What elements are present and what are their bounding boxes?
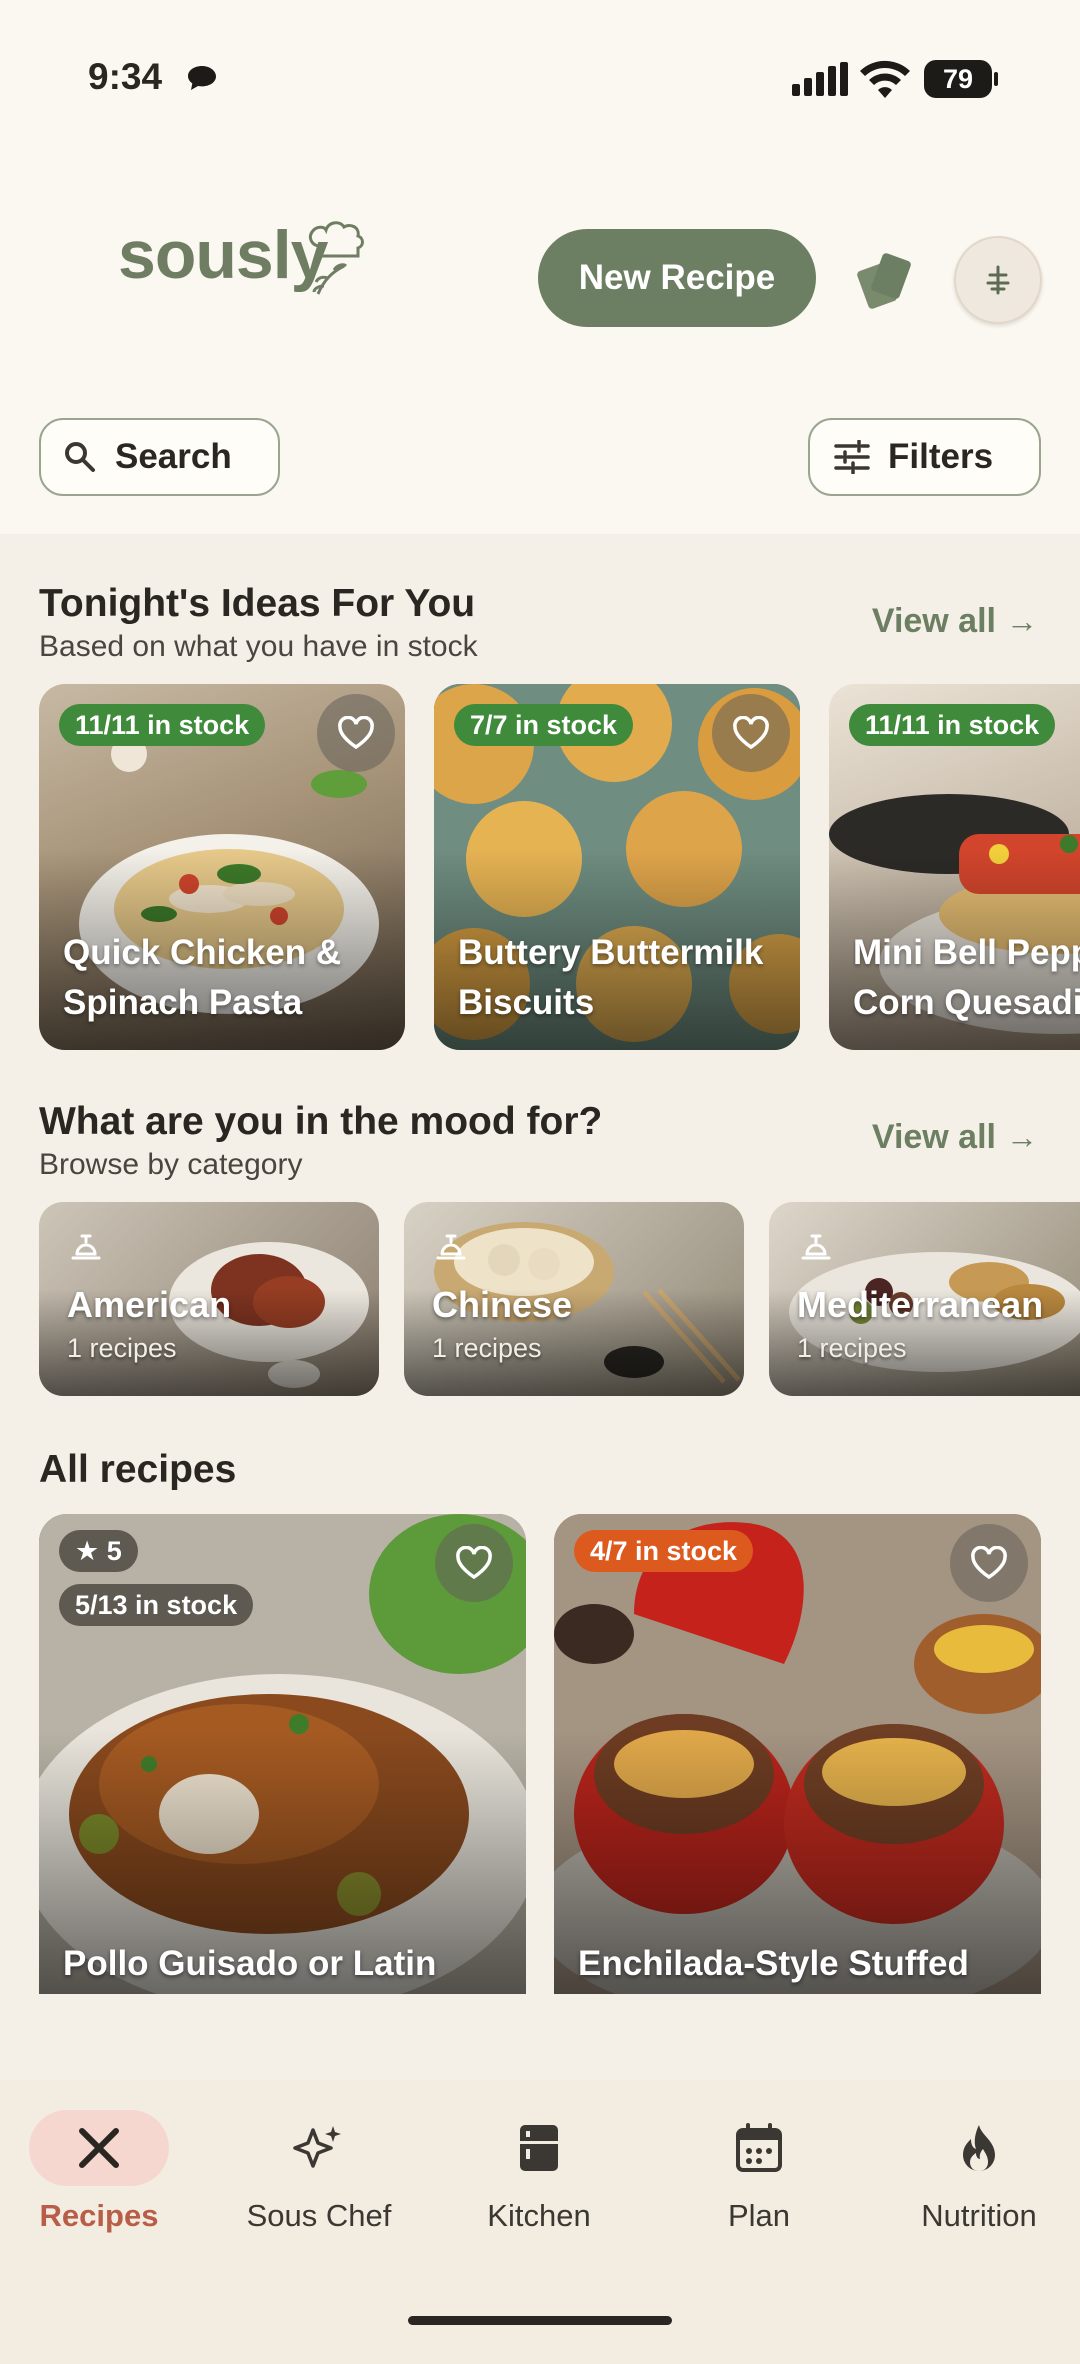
nav-plan[interactable]: Plan <box>669 2110 849 2250</box>
recipe-name: Enchilada-Style Stuffed <box>578 1944 969 1983</box>
category-count: 1 recipes <box>67 1333 177 1363</box>
arrow-right-icon: → <box>1006 1119 1038 1155</box>
view-all-label: View all <box>871 602 996 640</box>
ideas-section-title: Tonight's Ideas For You <box>39 582 476 625</box>
star-icon: ★ <box>75 1536 107 1566</box>
recipe-name: Pollo Guisado or Latin <box>63 1944 437 1983</box>
nav-label: Recipes <box>39 2198 159 2233</box>
stock-badge: 4/7 in stock <box>574 1530 754 1572</box>
stock-badge: 7/7 in stock <box>454 704 634 746</box>
category-count: 1 recipes <box>432 1333 542 1363</box>
ideas-view-all-link[interactable]: View all → <box>872 602 1038 641</box>
category-count: 1 recipes <box>797 1333 907 1363</box>
tree-icon <box>986 265 1010 295</box>
nav-label: Kitchen <box>487 2198 591 2233</box>
sliders-icon <box>834 440 870 474</box>
recipe-name: Quick Chicken & Spinach Pasta <box>63 933 342 1022</box>
recipe-card[interactable]: ★ 5 5/13 in stock Pollo Guisado or Latin <box>39 1514 526 1994</box>
new-recipe-button[interactable]: New Recipe <box>538 229 816 327</box>
search-icon <box>65 442 95 472</box>
wifi-icon <box>860 60 910 98</box>
nav-label: Sous Chef <box>246 2198 392 2233</box>
nav-kitchen[interactable]: Kitchen <box>449 2110 629 2250</box>
filters-label: Filters <box>888 437 994 476</box>
category-card[interactable]: American 1 recipes <box>39 1202 379 1396</box>
nav-label: Nutrition <box>921 2198 1037 2233</box>
category-card[interactable]: Mediterranean 1 recipes <box>769 1202 1080 1396</box>
nav-label: Plan <box>727 2198 791 2233</box>
calendar-icon <box>689 2110 829 2186</box>
stock-badge: 11/11 in stock <box>849 704 1056 746</box>
message-icon <box>188 66 216 90</box>
sparkles-icon <box>249 2110 389 2186</box>
categories-section-title: What are you in the mood for? <box>39 1100 603 1143</box>
recipe-name: Mini Bell Pepp Corn Quesadil <box>853 933 1080 1022</box>
utensils-icon <box>29 2110 169 2186</box>
view-all-label: View all <box>871 1118 996 1156</box>
categories-view-all-link[interactable]: View all → <box>872 1118 1038 1157</box>
favorite-button[interactable] <box>317 694 395 772</box>
status-time: 9:34 <box>88 56 163 97</box>
home-indicator[interactable] <box>408 2316 672 2325</box>
nav-recipes[interactable]: Recipes <box>9 2110 189 2250</box>
status-bar: 9:34 79 <box>0 0 1080 150</box>
heart-icon <box>733 716 769 750</box>
filters-button[interactable]: Filters <box>808 418 1041 496</box>
heart-icon <box>456 1546 492 1580</box>
idea-card[interactable]: 7/7 in stock Buttery Buttermilk Biscuits <box>434 684 800 1050</box>
category-card[interactable]: Chinese 1 recipes <box>404 1202 744 1396</box>
categories-section-subtitle: Browse by category <box>39 1148 303 1181</box>
rating-value: 5 <box>106 1536 122 1566</box>
favorite-button[interactable] <box>950 1524 1028 1602</box>
idea-card[interactable]: 11/11 in stock Quick Chicken & Spinach P… <box>39 684 405 1050</box>
nav-nutrition[interactable]: Nutrition <box>889 2110 1069 2250</box>
profile-avatar-button[interactable] <box>954 236 1042 324</box>
signal-icon <box>792 62 848 96</box>
chef-dish-icon <box>71 1234 101 1260</box>
rating-chip: ★ 5 <box>59 1530 138 1572</box>
chef-hat-icon <box>308 221 364 295</box>
category-name: Mediterranean <box>797 1284 1044 1325</box>
flame-icon <box>909 2110 1049 2186</box>
chef-dish-icon <box>801 1234 831 1260</box>
favorite-button[interactable] <box>435 1524 513 1602</box>
nav-sous-chef[interactable]: Sous Chef <box>229 2110 409 2250</box>
chef-dish-icon <box>436 1234 466 1260</box>
arrow-right-icon: → <box>1006 603 1038 639</box>
ideas-section-subtitle: Based on what you have in stock <box>39 630 478 663</box>
all-recipes-title: All recipes <box>39 1448 237 1491</box>
main-content[interactable]: Tonight's Ideas For You Based on what yo… <box>0 534 1080 2080</box>
heart-icon <box>971 1546 1007 1580</box>
fridge-icon <box>469 2110 609 2186</box>
search-button[interactable]: Search <box>39 418 280 496</box>
logo-text: sously <box>118 217 328 293</box>
category-name: Chinese <box>432 1284 573 1325</box>
app-logo: sously <box>118 200 388 310</box>
battery-indicator: 79 <box>924 60 998 98</box>
cards-icon[interactable] <box>852 248 916 310</box>
favorite-button[interactable] <box>712 694 790 772</box>
heart-icon <box>338 716 374 750</box>
recipe-name: Buttery Buttermilk Biscuits <box>458 933 764 1022</box>
idea-card[interactable]: 11/11 in stock Mini Bell Pepp Corn Quesa… <box>829 684 1080 1050</box>
recipe-card[interactable]: 4/7 in stock Enchilada-Style Stuffed <box>554 1514 1041 1994</box>
category-name: American <box>67 1284 232 1325</box>
stock-badge: 5/13 in stock <box>59 1584 254 1626</box>
search-label: Search <box>115 437 232 476</box>
stock-badge: 11/11 in stock <box>59 704 266 746</box>
